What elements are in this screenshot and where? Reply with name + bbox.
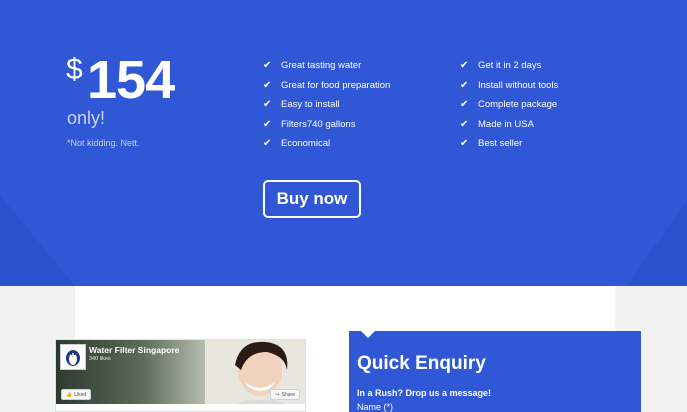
checkmark-icon: ✔ <box>263 79 272 91</box>
price-amount: 154 <box>87 50 175 110</box>
checkmark-icon: ✔ <box>460 138 469 150</box>
enquiry-notch <box>361 331 375 338</box>
price-suffix: only! <box>67 108 106 128</box>
checkmark-icon: ✔ <box>460 99 469 111</box>
checkmark-icon: ✔ <box>460 79 469 91</box>
enquiry-title: Quick Enquiry <box>357 353 486 374</box>
feature-item: ✔ Install without tools <box>460 79 559 91</box>
name-field-label: Name (*) <box>357 402 394 412</box>
facebook-share-button[interactable]: ↪ Share <box>270 389 300 400</box>
feature-list-right: ✔ Get it in 2 days ✔ Install without tools… <box>460 56 558 154</box>
checkmark-icon: ✔ <box>460 60 469 72</box>
checkmark-icon: ✔ <box>263 99 272 111</box>
cover-photo <box>205 340 305 411</box>
checkmark-icon: ✔ <box>263 60 272 72</box>
facebook-page-widget[interactable]: Water Filter Singapore 340 likes 👍 Liked… <box>55 339 306 412</box>
enquiry-subtitle: In a Rush? Drop us a message! <box>357 388 492 398</box>
share-arrow-icon: ↪ <box>275 391 280 398</box>
checkmark-icon: ✔ <box>460 118 469 130</box>
price-currency: $ <box>66 53 83 86</box>
penguin-logo-icon[interactable] <box>60 344 86 370</box>
feature-item: ✔ Best seller <box>460 138 523 150</box>
feature-item: ✔ Filters740 gallons <box>263 118 356 130</box>
facebook-like-button[interactable]: 👍 Liked <box>61 389 92 400</box>
buy-now-button[interactable]: Buy now <box>263 180 361 218</box>
facebook-likes-count: 340 likes <box>89 356 111 362</box>
feature-item: ✔ Get it in 2 days <box>460 60 542 72</box>
feature-item: ✔ Great tasting water <box>263 60 362 72</box>
feature-list-left: ✔ Great tasting water ✔ Great for food pre… <box>263 56 390 154</box>
feature-item: ✔ Easy to install <box>263 99 340 111</box>
feature-item: ✔ Great for food preparation <box>263 79 391 91</box>
feature-item: ✔ Complete package <box>460 99 558 111</box>
hero-section: $ 154 only! *Not kidding. Nett. ✔ Great t… <box>0 0 687 286</box>
hero-decor-right <box>627 200 687 286</box>
feature-item: ✔ Made in USA <box>460 118 534 130</box>
facebook-feed-area <box>56 404 305 411</box>
thumbs-up-icon: 👍 <box>66 391 73 398</box>
facebook-page-name[interactable]: Water Filter Singapore <box>89 345 179 355</box>
hero-decor-left <box>0 195 75 286</box>
quick-enquiry-panel: Quick Enquiry In a Rush? Drop us a messa… <box>349 331 641 412</box>
checkmark-icon: ✔ <box>263 138 272 150</box>
checkmark-icon: ✔ <box>263 118 272 130</box>
price-note: *Not kidding. Nett. <box>67 138 140 148</box>
feature-item: ✔ Economical <box>263 138 331 150</box>
